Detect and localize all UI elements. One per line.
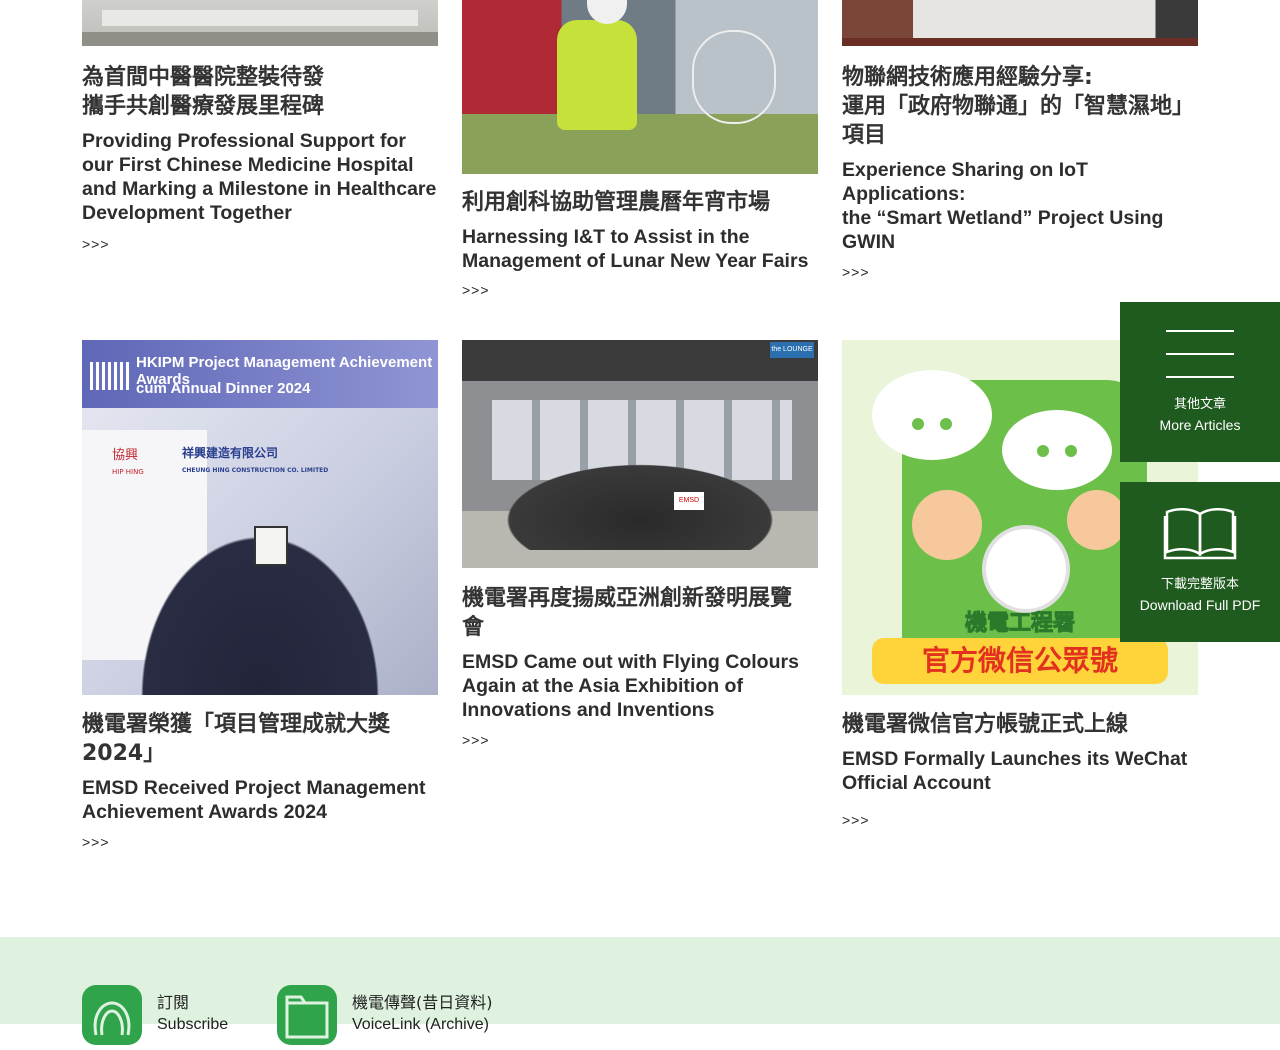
article-title-en: EMSD Formally Launches its WeChat Offici…	[842, 748, 1188, 794]
article-title-zh: 為首間中醫醫院整裝待發 攜手共創醫療發展里程碑	[82, 65, 325, 119]
archive-link[interactable]: 機電傳聲(昔日資料) VoiceLink (Archive)	[352, 992, 493, 1036]
hkipm-logo	[90, 362, 130, 390]
article-image-exhibition[interactable]: the LOUNGE EMSD	[462, 340, 818, 568]
download-pdf-label-en: Download Full PDF	[1139, 597, 1261, 613]
subscribe-icon[interactable]	[82, 985, 142, 1045]
read-more-link[interactable]: >>>	[82, 236, 110, 252]
lounge-sign: the LOUNGE	[770, 342, 814, 358]
article-card-pm-achievement-awards[interactable]: HKIPM Project Management Achievement Awa…	[82, 340, 438, 852]
folder-icon[interactable]	[277, 985, 337, 1045]
article-card-smart-wetland[interactable]: 物聯網技術應用經驗分享: 運用「政府物聯通」的「智慧濕地」項目 Experienc…	[842, 0, 1198, 282]
article-card-chinese-medicine-hospital[interactable]: 為首間中醫醫院整裝待發 攜手共創醫療發展里程碑 Providing Profess…	[82, 0, 438, 254]
article-card-asia-exhibition-inventions[interactable]: the LOUNGE EMSD 機電署再度揚威亞洲創新發明展覽會 EMSD Ca…	[462, 340, 818, 750]
article-title-en: Providing Professional Support for our F…	[82, 130, 437, 224]
article-title-zh: 機電署再度揚威亞洲創新發明展覽會	[462, 586, 793, 640]
read-more-link[interactable]: >>>	[82, 834, 110, 850]
menu-lines-icon	[1166, 330, 1234, 380]
article-title-zh: 利用創科協助管理農曆年宵市場	[462, 190, 771, 215]
article-title-zh: 機電署微信官方帳號正式上線	[842, 712, 1129, 737]
read-more-link[interactable]: >>>	[462, 282, 490, 298]
read-more-link[interactable]: >>>	[462, 732, 490, 748]
article-title-en: EMSD Received Project Management Achieve…	[82, 777, 426, 823]
article-image-smart-wetland[interactable]	[842, 0, 1198, 46]
article-title-en: EMSD Came out with Flying Colours Again …	[462, 651, 799, 721]
more-articles-label-zh: 其他文章	[1173, 397, 1226, 412]
open-book-icon	[1163, 508, 1237, 560]
article-title-zh: 機電署榮獲「項目管理成就大獎2024」	[82, 712, 391, 766]
article-image-hospital[interactable]	[82, 0, 438, 46]
emsd-plate: EMSD	[674, 492, 704, 510]
download-pdf-label-zh: 下載完整版本	[1160, 577, 1239, 592]
wechat-bubble-right	[1002, 410, 1112, 490]
award-certificate	[254, 526, 288, 566]
article-card-lunar-new-year-fairs[interactable]: 利用創科協助管理農曆年宵市場 Harnessing I&T to Assist …	[462, 0, 818, 300]
read-more-link[interactable]: >>>	[842, 812, 870, 828]
more-articles-button[interactable]: 其他文章 More Articles	[1120, 302, 1280, 462]
read-more-link[interactable]: >>>	[842, 264, 870, 280]
download-pdf-button[interactable]: 下載完整版本 Download Full PDF	[1120, 482, 1280, 642]
subscribe-link[interactable]: 訂閱 Subscribe	[157, 992, 228, 1036]
wechat-bubble-left	[872, 370, 992, 460]
footer: 訂閱 Subscribe 機電傳聲(昔日資料) VoiceLink (Archi…	[0, 937, 1280, 1045]
article-title-zh: 物聯網技術應用經驗分享: 運用「政府物聯通」的「智慧濕地」項目	[842, 65, 1195, 148]
awards-banner-line2: cum Annual Dinner 2024	[136, 380, 311, 397]
article-title-en: Experience Sharing on IoT Applications: t…	[842, 159, 1164, 253]
more-articles-label-en: More Articles	[1159, 417, 1241, 433]
article-image-lunar-fair[interactable]	[462, 0, 818, 174]
sponsor-hiphing: 協興 HIP HING	[112, 448, 144, 476]
article-title-en: Harnessing I&T to Assist in the Manageme…	[462, 226, 809, 272]
article-image-awards[interactable]: HKIPM Project Management Achievement Awa…	[82, 340, 438, 695]
poster-title-line2: 官方微信公眾號	[872, 638, 1168, 684]
sponsor-cheung-hing: 祥興建造有限公司 CHEUNG HING CONSTRUCTION CO. LIM…	[182, 446, 329, 474]
